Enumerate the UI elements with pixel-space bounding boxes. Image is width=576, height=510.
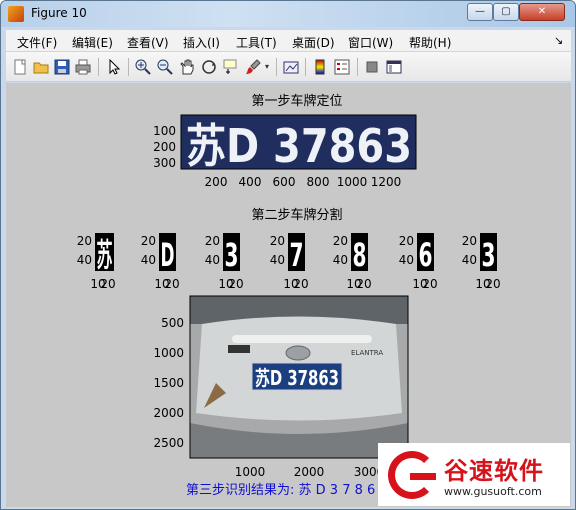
plot1-xtick: 1200 xyxy=(371,175,402,189)
menu-desktop[interactable]: 桌面(D) xyxy=(292,34,335,51)
segment-ytick: 20 xyxy=(462,234,477,248)
plot1-ytick: 300 xyxy=(153,156,176,170)
segment-ytick: 40 xyxy=(77,253,92,267)
toolbar-separator xyxy=(305,58,306,76)
plot1-axes: 苏D 37863 100 200 300 200 400 600 800 100… xyxy=(153,114,417,189)
menu-window[interactable]: 窗口(W) xyxy=(348,34,393,51)
car-badge: ELANTRA xyxy=(351,349,383,357)
segment-ytick: 40 xyxy=(462,253,477,267)
zoom-out-icon[interactable] xyxy=(157,59,173,75)
menu-bar: 文件(F) 编辑(E) 查看(V) 插入(I) 工具(T) 桌面(D) 窗口(W… xyxy=(6,30,571,52)
window-title: Figure 10 xyxy=(31,6,87,20)
segment-xtick: 20 xyxy=(228,277,243,291)
plot3-ytick: 1000 xyxy=(153,346,184,360)
segment-xtick: 20 xyxy=(293,277,308,291)
hide-plot-tools-icon[interactable] xyxy=(364,59,380,75)
plot3-xtick: 1000 xyxy=(235,465,266,479)
show-plot-tools-icon[interactable] xyxy=(386,59,402,75)
segment-ytick: 40 xyxy=(399,253,414,267)
new-figure-icon[interactable] xyxy=(12,59,28,75)
watermark-logo: 谷速软件 www.gusuoft.com xyxy=(378,443,570,506)
close-button[interactable]: ✕ xyxy=(519,3,565,21)
segment-xtick: 20 xyxy=(100,277,115,291)
plot1-ytick: 200 xyxy=(153,140,176,154)
segment-ytick: 40 xyxy=(333,253,348,267)
colorbar-icon[interactable] xyxy=(312,59,328,75)
menu-tools[interactable]: 工具(T) xyxy=(236,34,277,51)
figure-window: Figure 10 — ▢ ✕ 文件(F) 编辑(E) 查看(V) 插入(I) … xyxy=(0,0,576,510)
save-icon[interactable] xyxy=(54,59,70,75)
open-file-icon[interactable] xyxy=(33,59,49,75)
maximize-button[interactable]: ▢ xyxy=(493,3,519,21)
segment-ytick: 20 xyxy=(141,234,156,248)
segment-xtick: 20 xyxy=(485,277,500,291)
plot2-title: 第二步车牌分割 xyxy=(251,207,342,223)
pointer-icon[interactable] xyxy=(106,58,122,75)
car-plate-text: 苏D 37863 xyxy=(255,366,339,390)
plot1-xtick: 1000 xyxy=(337,175,368,189)
matlab-icon xyxy=(8,6,24,22)
segment-ytick: 20 xyxy=(270,234,285,248)
plot1-xtick: 800 xyxy=(307,175,330,189)
segment-ytick: 40 xyxy=(141,253,156,267)
segment-ytick: 20 xyxy=(205,234,220,248)
plot3-ytick: 1500 xyxy=(153,376,184,390)
watermark-url: www.gusuoft.com xyxy=(444,485,542,498)
segment-char: 苏 xyxy=(97,236,113,274)
toolbar-separator xyxy=(98,58,99,76)
menu-view[interactable]: 查看(V) xyxy=(127,34,169,51)
zoom-in-icon[interactable] xyxy=(135,59,151,75)
plot1-xtick: 400 xyxy=(239,175,262,189)
toolbar-separator xyxy=(357,58,358,76)
menu-insert[interactable]: 插入(I) xyxy=(183,34,220,51)
segment-char: 3 xyxy=(482,236,496,274)
link-plot-icon[interactable] xyxy=(283,59,299,75)
segment-char: 3 xyxy=(225,236,239,274)
plate-text: 苏D 37863 xyxy=(186,119,412,173)
recognition-result: 第三步识别结果为: 苏 D 3 7 8 6 xyxy=(186,482,375,498)
plot3-axes: ELANTRA 苏D 37863 500 1000 1500 2000 2500… xyxy=(153,295,409,479)
watermark-brand: 谷速软件 xyxy=(444,457,544,485)
toolbar-separator xyxy=(128,58,129,76)
plot3-ytick: 500 xyxy=(161,316,184,330)
plot1-xtick: 600 xyxy=(273,175,296,189)
segment-xtick: 20 xyxy=(356,277,371,291)
segment-char: 8 xyxy=(353,236,367,274)
menu-file[interactable]: 文件(F) xyxy=(17,34,57,51)
plot1-ytick: 100 xyxy=(153,124,176,138)
brush-dropdown-icon[interactable]: ▾ xyxy=(263,59,271,75)
plot2-segments: 苏20401020D204010203204010207204010208204… xyxy=(77,233,501,291)
legend-icon[interactable] xyxy=(334,59,350,75)
segment-ytick: 40 xyxy=(205,253,220,267)
segment-char: 6 xyxy=(419,236,433,274)
brush-icon[interactable] xyxy=(245,59,261,75)
title-bar[interactable]: Figure 10 — ▢ ✕ xyxy=(1,1,575,27)
plot1-xtick: 200 xyxy=(205,175,228,189)
rotate-3d-icon[interactable] xyxy=(201,59,217,75)
segment-ytick: 20 xyxy=(77,234,92,248)
data-cursor-icon[interactable] xyxy=(223,59,239,75)
segment-xtick: 20 xyxy=(164,277,179,291)
segment-ytick: 20 xyxy=(333,234,348,248)
toolbar-separator xyxy=(276,58,277,76)
toolbar: ▾ xyxy=(6,52,571,82)
menu-help[interactable]: 帮助(H) xyxy=(409,34,451,51)
pan-hand-icon[interactable] xyxy=(179,59,195,75)
plot1-title: 第一步车牌定位 xyxy=(251,93,342,109)
g-logo-bar xyxy=(410,473,436,480)
menu-edit[interactable]: 编辑(E) xyxy=(72,34,113,51)
segment-ytick: 40 xyxy=(270,253,285,267)
segment-ytick: 20 xyxy=(399,234,414,248)
segment-char: D xyxy=(161,236,175,274)
plot3-xtick: 2000 xyxy=(294,465,325,479)
segment-char: 7 xyxy=(290,236,304,274)
plot3-ytick: 2000 xyxy=(153,406,184,420)
plot3-ytick: 2500 xyxy=(153,436,184,450)
segment-xtick: 20 xyxy=(422,277,437,291)
menu-overflow-icon[interactable]: ↘ xyxy=(554,34,563,47)
print-icon[interactable] xyxy=(75,59,91,75)
minimize-button[interactable]: — xyxy=(467,3,493,21)
